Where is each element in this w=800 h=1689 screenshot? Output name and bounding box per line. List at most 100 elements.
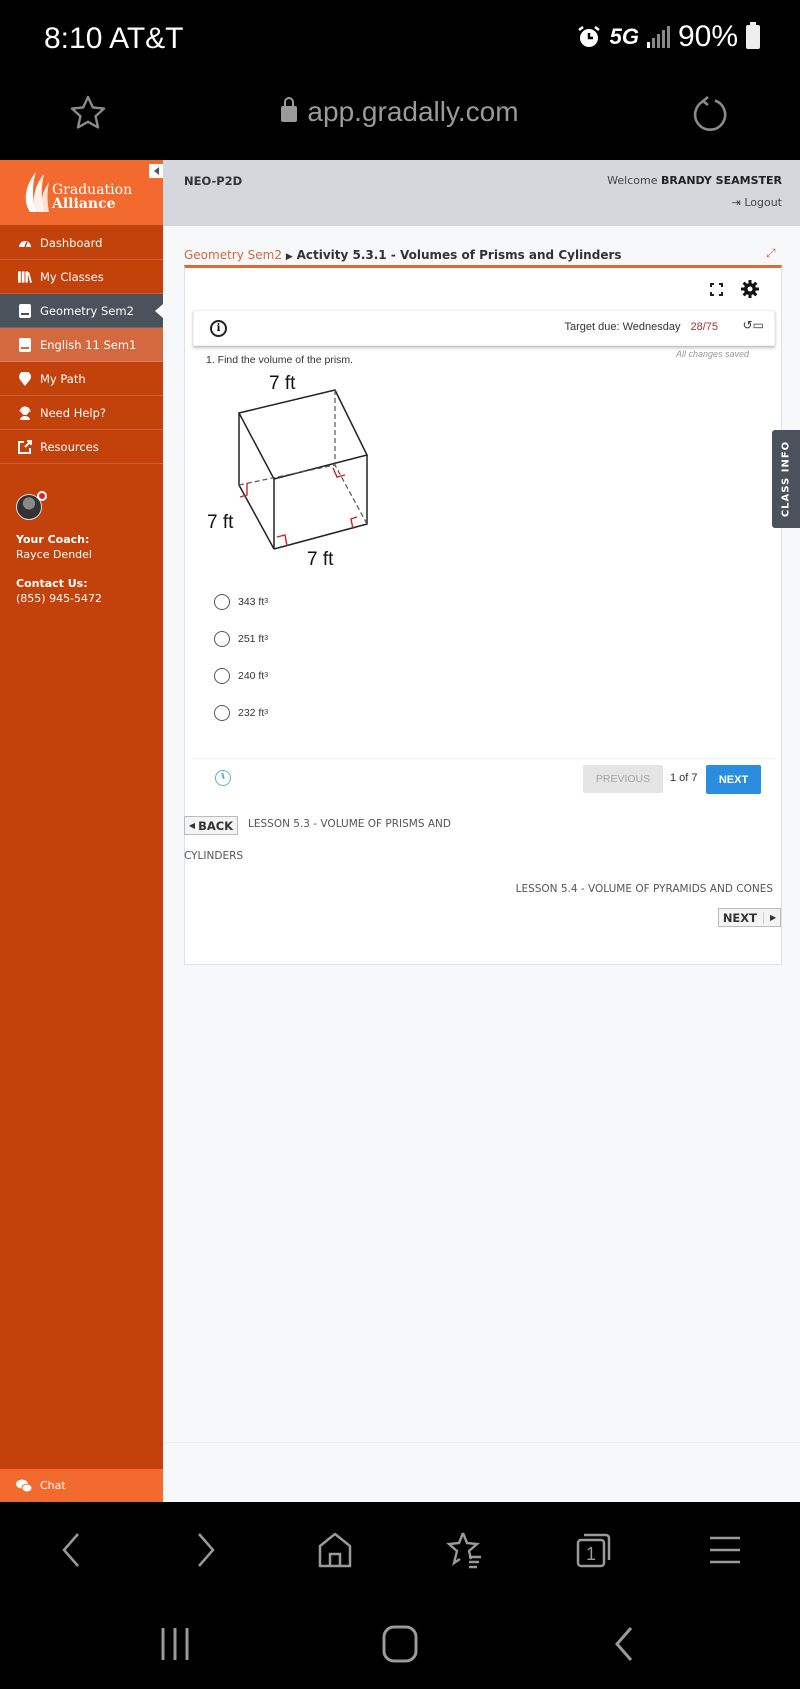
breadcrumb: Geometry Sem2 ▶ Activity 5.3.1 - Volumes… (184, 248, 622, 262)
back-icon[interactable] (52, 1530, 92, 1570)
status-icons: 5G 90% (576, 20, 760, 54)
sidebar-item-resources[interactable]: Resources (0, 430, 163, 464)
previous-lesson-title[interactable]: LESSON 5.3 - VOLUME OF PRISMS AND (248, 818, 451, 830)
tabs-icon[interactable]: 1 (575, 1530, 615, 1570)
previous-lesson-title-cont[interactable]: CYLINDERS (184, 850, 243, 862)
headset-icon (18, 406, 32, 420)
activity-card: i Target due: Wednesday 28/75 ↺▭ All chan… (184, 265, 782, 965)
app-container: Graduation Alliance Dashboard My Classes… (0, 160, 800, 1502)
sidebar-item-my-path[interactable]: My Path (0, 362, 163, 396)
logout-icon: ⇥ (731, 196, 741, 209)
forward-icon[interactable] (185, 1530, 225, 1570)
caret-right-icon: ▶ (285, 252, 293, 262)
sidebar-item-dashboard[interactable]: Dashboard (0, 226, 163, 260)
sidebar-item-geometry-sem2[interactable]: Geometry Sem2 (0, 294, 163, 328)
gear-icon[interactable] (741, 280, 759, 298)
comment-icon[interactable]: ▭ (753, 318, 764, 332)
card-footer: PREVIOUS 1 of 7 NEXT (193, 758, 775, 802)
dimension-label-left: 7 ft (207, 512, 234, 533)
answer-options: 343 ft 3 251 ft 3 240 ft 3 232 ft 3 (214, 583, 268, 731)
coach-avatar[interactable] (16, 491, 47, 520)
logo[interactable]: Graduation Alliance (0, 160, 163, 225)
undo-icon[interactable]: ↺ (743, 318, 753, 332)
sidebar-item-label: My Classes (40, 269, 104, 284)
url-field[interactable]: app.gradally.com (0, 96, 800, 128)
radio-button[interactable] (214, 667, 230, 684)
logout-label: Logout (744, 196, 782, 209)
battery-percent: 90% (677, 20, 738, 53)
expand-icon[interactable]: ⤢ (766, 246, 776, 261)
option-exponent: 3 (264, 598, 269, 605)
option-label: 343 ft (238, 595, 265, 608)
question-text: 1. Find the volume of the prism. (206, 354, 354, 366)
sidebar-item-my-classes[interactable]: My Classes (0, 260, 163, 294)
notification-dot (37, 491, 47, 501)
recent-apps-icon[interactable] (155, 1624, 195, 1664)
url-text: app.gradally.com (307, 96, 519, 127)
clock-icon[interactable] (215, 770, 231, 786)
breadcrumb-activity: Activity 5.3.1 - Volumes of Prisms and C… (296, 248, 622, 262)
next-button[interactable]: NEXT (706, 765, 761, 794)
sidebar-item-label: Dashboard (40, 235, 103, 250)
status-time: 8:10 AT&T (44, 22, 184, 55)
browser-toolbar: 1 (0, 1502, 800, 1602)
coach-info: Your Coach: Rayce Dendel Contact Us: (85… (16, 491, 102, 606)
activity-toolbar: i Target due: Wednesday 28/75 ↺▭ (193, 310, 775, 346)
sidebar-item-need-help[interactable]: Need Help? (0, 396, 163, 430)
answer-option[interactable]: 251 ft 3 (214, 620, 268, 657)
collapse-sidebar-button[interactable] (149, 164, 163, 178)
coach-label: Your Coach: (16, 533, 90, 546)
map-pin-icon (18, 371, 32, 386)
fullscreen-icon[interactable] (710, 282, 723, 296)
option-exponent: 3 (264, 672, 269, 679)
answer-option[interactable]: 240 ft 3 (214, 657, 268, 694)
system-back-icon[interactable] (605, 1624, 645, 1664)
menu-icon[interactable] (705, 1530, 745, 1570)
tab-count: 1 (586, 1544, 596, 1564)
welcome-prefix: Welcome (607, 174, 658, 187)
target-due-text: Target due: Wednesday (564, 321, 681, 333)
reload-icon[interactable] (690, 94, 730, 134)
sidebar-nav: Dashboard My Classes Geometry Sem2 Engli… (0, 226, 163, 464)
chat-label: Chat (40, 1479, 66, 1492)
sidebar-item-label: My Path (40, 371, 86, 386)
class-info-tab[interactable]: CLASS INFO (772, 430, 800, 528)
page-indicator: 1 of 7 (670, 772, 698, 784)
answer-option[interactable]: 343 ft 3 (214, 583, 268, 620)
sidebar: Graduation Alliance Dashboard My Classes… (0, 160, 163, 1502)
radio-button[interactable] (214, 630, 230, 647)
sidebar-item-english-11-sem1[interactable]: English 11 Sem1 (0, 328, 163, 362)
dimension-label-bottom: 7 ft (307, 549, 334, 570)
info-icon[interactable]: i (210, 320, 227, 337)
option-exponent: 3 (264, 709, 269, 716)
answer-option[interactable]: 232 ft 3 (214, 694, 268, 731)
radio-button[interactable] (214, 593, 230, 610)
previous-button[interactable]: PREVIOUS (583, 765, 663, 793)
contact-label: Contact Us: (16, 577, 88, 590)
caret-left-icon: ◀ (188, 821, 196, 830)
lock-icon (281, 97, 298, 122)
next-lesson-title[interactable]: LESSON 5.4 - VOLUME OF PYRAMIDS AND CONE… (516, 883, 773, 895)
back-lesson-button[interactable]: ◀ BACK (184, 816, 238, 835)
score: 28/75 (690, 321, 718, 333)
sidebar-item-label: English 11 Sem1 (40, 337, 137, 352)
contact-phone[interactable]: (855) 945-5472 (16, 591, 102, 606)
system-nav-bar (0, 1602, 800, 1689)
home-icon[interactable] (315, 1530, 355, 1570)
dashboard-icon (18, 236, 32, 250)
book-icon (18, 303, 32, 318)
radio-button[interactable] (214, 704, 230, 721)
breadcrumb-course-link[interactable]: Geometry Sem2 (184, 248, 282, 262)
logo-mark-icon (25, 172, 49, 212)
bookmarks-icon[interactable] (445, 1530, 485, 1570)
book-icon (18, 337, 32, 352)
signal-icon (646, 26, 670, 48)
next-lesson-button[interactable]: NEXT ▶ (718, 908, 781, 927)
alarm-icon (577, 26, 600, 47)
home-button-icon[interactable] (380, 1624, 420, 1664)
option-label: 240 ft (238, 669, 265, 682)
books-icon (18, 270, 32, 284)
chat-button[interactable]: Chat (0, 1469, 163, 1502)
logout-link[interactable]: ⇥ Logout (732, 196, 782, 209)
option-exponent: 3 (264, 635, 269, 642)
